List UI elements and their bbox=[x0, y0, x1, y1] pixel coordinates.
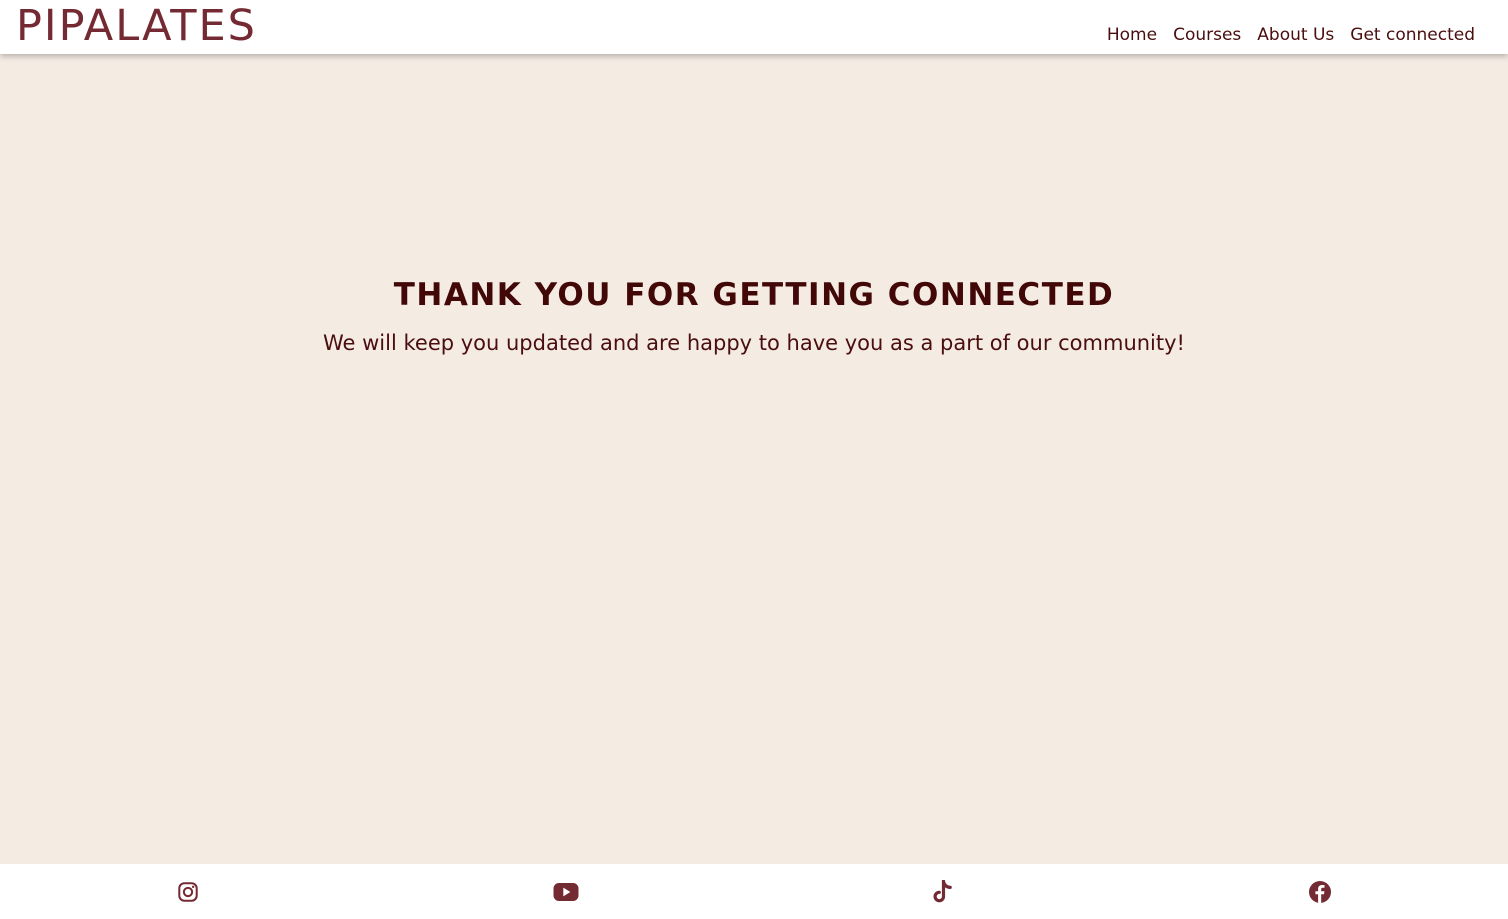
site-footer bbox=[0, 864, 1508, 919]
facebook-glyph bbox=[1309, 881, 1331, 903]
site-logo[interactable]: PIPALATES bbox=[16, 2, 257, 50]
nav-link-get-connected[interactable]: Get connected bbox=[1342, 24, 1475, 46]
instagram-glyph bbox=[178, 882, 198, 902]
tiktok-icon[interactable] bbox=[930, 879, 956, 905]
youtube-glyph bbox=[553, 883, 579, 901]
tiktok-glyph bbox=[933, 880, 952, 903]
nav-link-home[interactable]: Home bbox=[1099, 24, 1165, 46]
main-content: THANK YOU FOR GETTING CONNECTED We will … bbox=[0, 54, 1508, 864]
main-nav: Home Courses About Us Get connected bbox=[1099, 24, 1475, 46]
page-title: THANK YOU FOR GETTING CONNECTED bbox=[393, 277, 1115, 313]
instagram-icon[interactable] bbox=[175, 879, 201, 905]
facebook-icon[interactable] bbox=[1307, 879, 1333, 905]
nav-link-courses[interactable]: Courses bbox=[1165, 24, 1249, 46]
page-subtitle: We will keep you updated and are happy t… bbox=[323, 331, 1185, 355]
nav-link-about-us[interactable]: About Us bbox=[1249, 24, 1342, 46]
youtube-icon[interactable] bbox=[553, 879, 579, 905]
site-header: PIPALATES Home Courses About Us Get conn… bbox=[0, 0, 1508, 54]
